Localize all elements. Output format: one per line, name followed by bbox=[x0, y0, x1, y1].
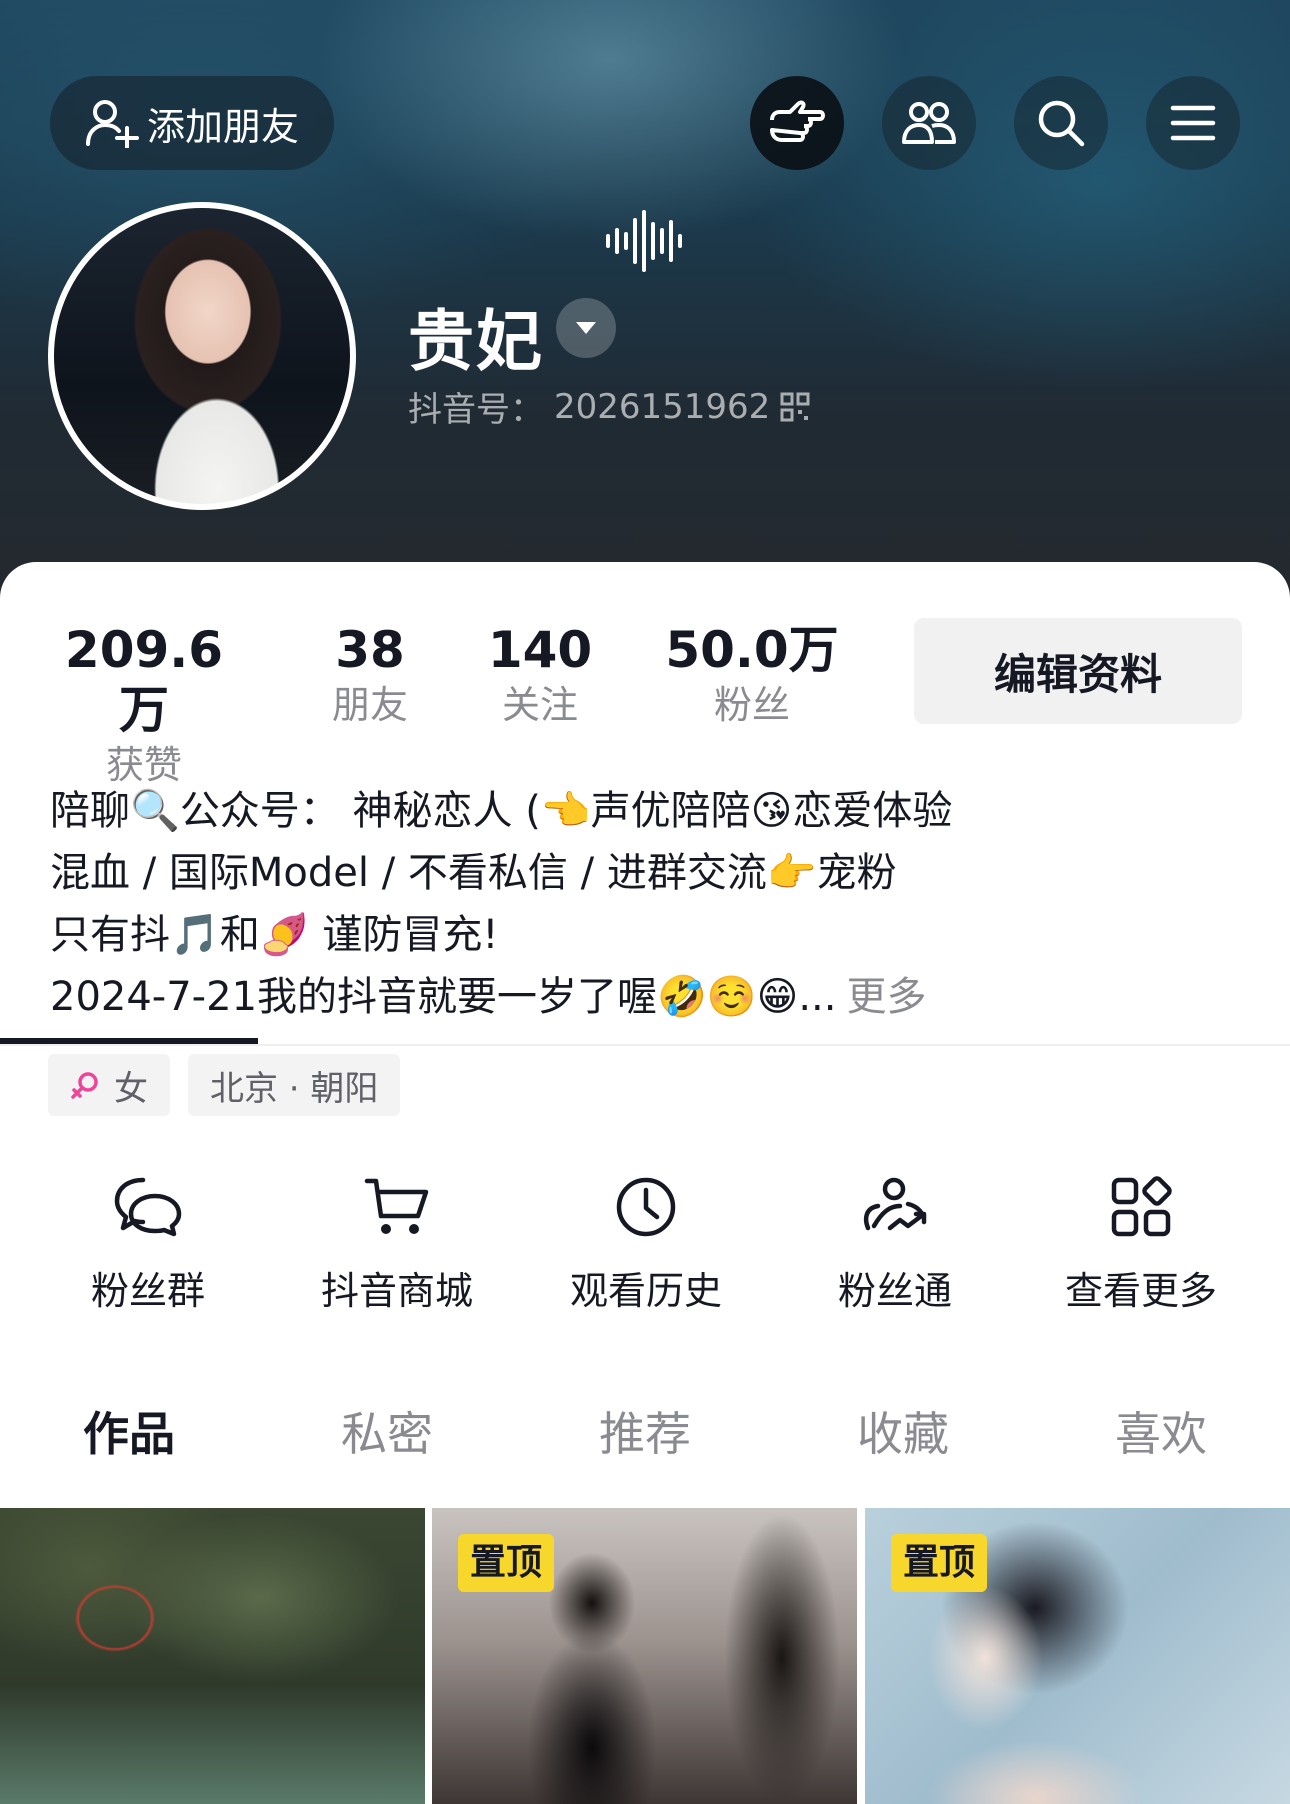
bio: 陪聊🔍公众号： 神秘恋人 (👈声优陪陪😘恋爱体验 混血 / 国际Model / … bbox=[50, 780, 1210, 1028]
grin-emoji-icon: 😁 bbox=[756, 974, 799, 1020]
menu-button[interactable] bbox=[1146, 76, 1240, 170]
video-thumbnail[interactable]: 置顶 bbox=[865, 1508, 1290, 1804]
username: 贵妃 bbox=[408, 303, 544, 380]
bio-text: 混血 / 国际Model / 不看私信 / 进群交流 bbox=[50, 850, 767, 896]
stat-friends[interactable]: 38 朋友 bbox=[300, 620, 440, 730]
service-shortcuts: 粉丝群 抖音商城 观看历史 粉丝通 查看更多 bbox=[0, 1166, 1290, 1336]
kiss-face-emoji-icon: 😘 bbox=[750, 788, 793, 834]
bio-text: 和 bbox=[219, 912, 260, 958]
cart-icon bbox=[364, 1178, 429, 1234]
tab-recommended[interactable]: 推荐 bbox=[516, 1380, 774, 1488]
service-see-more[interactable]: 查看更多 bbox=[1026, 1166, 1256, 1315]
tab-private[interactable]: 私密 bbox=[258, 1380, 516, 1488]
sweet-potato-emoji-icon: 🍠 bbox=[259, 912, 310, 958]
bio-more-link[interactable]: 更多 bbox=[847, 974, 927, 1020]
add-friend-button[interactable]: 添加朋友 bbox=[50, 76, 334, 170]
stat-following-label: 关注 bbox=[501, 683, 578, 727]
service-label: 观看历史 bbox=[569, 1269, 722, 1313]
bio-text: 宠粉 bbox=[816, 850, 897, 896]
service-fan-group[interactable]: 粉丝群 bbox=[33, 1166, 263, 1315]
bio-line: 只有抖🎵和🍠 谨防冒充! bbox=[50, 904, 1210, 966]
bio-text: 声优陪陪 bbox=[590, 788, 751, 834]
avatar[interactable] bbox=[48, 202, 356, 510]
service-douyin-mall[interactable]: 抖音商城 bbox=[282, 1166, 512, 1315]
content-tabs: 作品 私密 推荐 收藏 喜欢 bbox=[0, 1380, 1290, 1500]
bio-text: 只有抖 bbox=[50, 912, 170, 958]
stat-followers-value: 50.0万 bbox=[665, 621, 839, 679]
stat-followers-label: 粉丝 bbox=[713, 683, 790, 727]
gender-tag: 女 bbox=[48, 1054, 170, 1116]
users-icon bbox=[902, 102, 956, 144]
pinned-badge: 置顶 bbox=[458, 1534, 555, 1592]
service-label: 查看更多 bbox=[1064, 1269, 1217, 1313]
grid-icon bbox=[1111, 1176, 1172, 1237]
profile-header-background: 添加朋友 贵妃 抖音号： 2026151962 bbox=[0, 0, 1290, 600]
magnifier-emoji-icon: 🔍 bbox=[130, 788, 180, 834]
music-note-emoji-icon: 🎵 bbox=[170, 912, 220, 958]
bio-line: 混血 / 国际Model / 不看私信 / 进群交流👉宠粉 bbox=[50, 842, 1210, 904]
pointing-hand-icon bbox=[770, 100, 825, 142]
bio-line: 2024-7-21我的抖音就要一岁了喔🤣☺️😁... 更多 bbox=[50, 966, 1210, 1028]
tab-likes[interactable]: 喜欢 bbox=[1032, 1380, 1290, 1488]
video-grid: 置顶 置顶 bbox=[0, 1508, 1290, 1804]
stat-following[interactable]: 140 关注 bbox=[470, 620, 610, 730]
poke-button[interactable] bbox=[750, 76, 844, 170]
service-fan-promotion[interactable]: 粉丝通 bbox=[780, 1166, 1010, 1315]
bio-text: 公众号： 神秘恋人 ( bbox=[179, 788, 541, 834]
service-watch-history[interactable]: 观看历史 bbox=[531, 1166, 761, 1315]
chat-bubbles-icon bbox=[114, 1177, 182, 1237]
location-label: 北京 · 朝阳 bbox=[210, 1068, 379, 1109]
tab-favorites[interactable]: 收藏 bbox=[774, 1380, 1032, 1488]
add-user-icon bbox=[85, 100, 139, 148]
service-label: 粉丝群 bbox=[90, 1269, 205, 1313]
bio-line: 陪聊🔍公众号： 神秘恋人 (👈声优陪陪😘恋爱体验 bbox=[50, 780, 1210, 842]
search-icon bbox=[1038, 100, 1085, 147]
stat-friends-value: 38 bbox=[335, 621, 405, 679]
clock-icon bbox=[616, 1177, 676, 1237]
female-icon bbox=[71, 1072, 98, 1099]
account-switch-button[interactable] bbox=[556, 298, 616, 358]
voice-wave-icon[interactable] bbox=[604, 210, 686, 272]
stat-likes[interactable]: 209.6万 获赞 bbox=[44, 620, 244, 790]
pointing-left-emoji-icon: 👈 bbox=[540, 788, 591, 834]
bio-text: 恋爱体验 bbox=[792, 788, 953, 834]
service-label: 抖音商城 bbox=[320, 1269, 473, 1313]
chevron-down-icon bbox=[576, 322, 596, 334]
profile-tags: 女 北京 · 朝阳 bbox=[48, 1054, 401, 1116]
qr-code-icon[interactable] bbox=[780, 392, 810, 422]
users-trend-icon bbox=[863, 1177, 927, 1231]
stat-followers[interactable]: 50.0万 粉丝 bbox=[652, 620, 852, 730]
search-button[interactable] bbox=[1014, 76, 1108, 170]
service-label: 粉丝通 bbox=[837, 1269, 952, 1313]
menu-icon bbox=[1170, 105, 1216, 141]
gender-label: 女 bbox=[114, 1068, 148, 1109]
douyin-id-value: 2026151962 bbox=[554, 386, 771, 427]
tab-divider bbox=[0, 1044, 1290, 1046]
stat-likes-value: 209.6万 bbox=[64, 621, 224, 739]
bio-text: 谨防冒充! bbox=[309, 912, 499, 958]
rofl-emoji-icon: 🤣 bbox=[657, 974, 707, 1020]
douyin-id[interactable]: 抖音号： 2026151962 bbox=[408, 382, 810, 431]
video-thumbnail[interactable] bbox=[0, 1508, 425, 1804]
video-thumbnail[interactable]: 置顶 bbox=[432, 1508, 857, 1804]
pinned-badge: 置顶 bbox=[891, 1534, 988, 1592]
douyin-id-label: 抖音号： bbox=[408, 390, 544, 430]
friends-button[interactable] bbox=[882, 76, 976, 170]
bio-text: 陪聊 bbox=[50, 788, 130, 834]
add-friend-label: 添加朋友 bbox=[146, 104, 299, 149]
stat-following-value: 140 bbox=[487, 621, 593, 679]
bio-ellipsis: ... bbox=[798, 974, 837, 1020]
smiling-face-emoji-icon: ☺️ bbox=[706, 974, 757, 1020]
pointing-right-emoji-icon: 👉 bbox=[766, 850, 817, 896]
stat-friends-label: 朋友 bbox=[331, 683, 408, 727]
location-tag: 北京 · 朝阳 bbox=[188, 1054, 401, 1116]
bio-text: 2024-7-21我的抖音就要一岁了喔 bbox=[50, 974, 658, 1020]
edit-profile-button[interactable]: 编辑资料 bbox=[914, 618, 1242, 724]
tab-works[interactable]: 作品 bbox=[0, 1380, 258, 1488]
